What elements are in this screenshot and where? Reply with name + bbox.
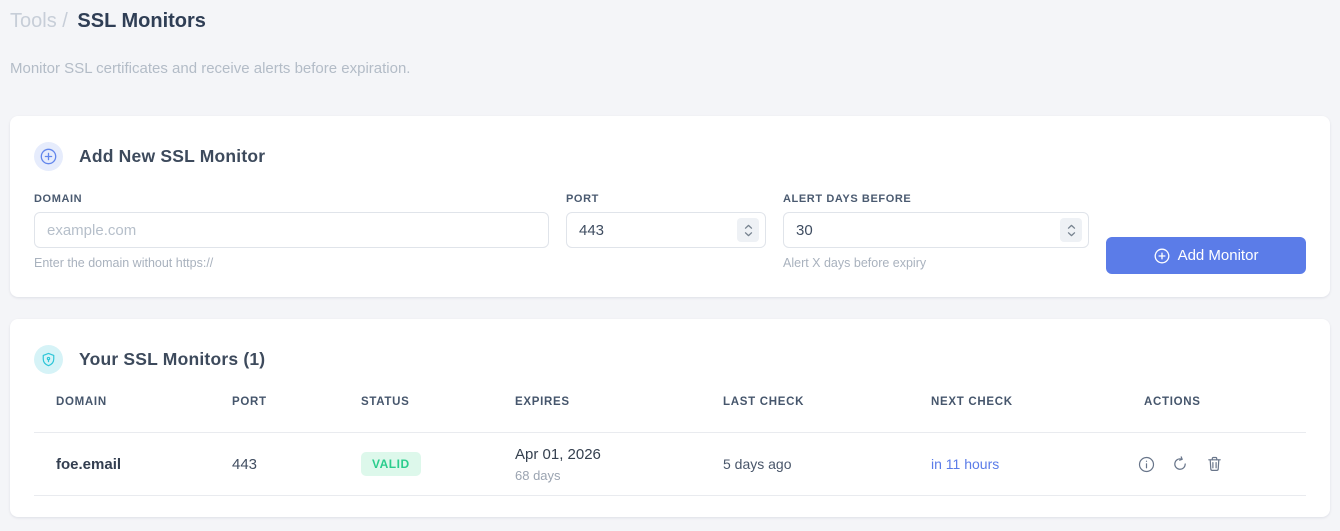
alert-days-stepper[interactable] — [1060, 218, 1082, 242]
monitors-title: Your SSL Monitors (1) — [79, 349, 266, 369]
page-subtitle: Monitor SSL certificates and receive ale… — [10, 60, 411, 77]
column-header-actions: ACTIONS — [1144, 396, 1201, 408]
alert-days-helper: Alert X days before expiry — [783, 256, 927, 270]
plus-circle-icon — [34, 142, 63, 171]
column-header-port: PORT — [232, 396, 267, 408]
refresh-icon[interactable] — [1169, 453, 1191, 475]
port-label: PORT — [566, 193, 599, 205]
ssl-monitors-page: Tools / SSL Monitors Monitor SSL certifi… — [0, 0, 1340, 517]
domain-label: DOMAIN — [34, 193, 83, 205]
column-header-domain: DOMAIN — [56, 396, 107, 408]
monitors-card-header: Your SSL Monitors (1) — [34, 345, 1306, 374]
page-title: SSL Monitors — [77, 10, 206, 32]
port-input[interactable] — [566, 212, 766, 248]
monitor-domain: foe.email — [56, 455, 122, 473]
monitor-expires-cell: Apr 01, 2026 68 days — [515, 446, 723, 483]
monitors-table-header: DOMAIN PORT STATUS EXPIRES LAST CHECK NE… — [34, 396, 1306, 433]
breadcrumb: Tools / SSL Monitors — [10, 8, 1330, 35]
column-header-expires: EXPIRES — [515, 396, 570, 408]
breadcrumb-section[interactable]: Tools — [10, 10, 57, 32]
delete-icon[interactable] — [1203, 453, 1225, 475]
column-header-last-check: LAST CHECK — [723, 396, 805, 408]
domain-helper: Enter the domain without https:// — [34, 256, 214, 270]
alert-days-input[interactable] — [783, 212, 1089, 248]
monitor-expires-date: Apr 01, 2026 — [515, 445, 601, 463]
shield-icon — [34, 345, 63, 374]
port-stepper[interactable] — [737, 218, 759, 242]
plus-circle-icon — [1154, 248, 1170, 264]
add-monitor-title: Add New SSL Monitor — [79, 146, 266, 166]
add-monitor-form: DOMAIN Enter the domain without https://… — [34, 193, 1306, 274]
domain-field-group: DOMAIN Enter the domain without https:// — [34, 193, 549, 270]
breadcrumb-separator: / — [62, 10, 68, 32]
add-monitor-card-header: Add New SSL Monitor — [34, 142, 1306, 171]
alert-days-field-group: ALERT DAYS BEFORE Alert X days before ex… — [783, 193, 1089, 270]
column-header-status: STATUS — [361, 396, 410, 408]
monitors-card: Your SSL Monitors (1) DOMAIN PORT STATUS… — [10, 319, 1330, 517]
alert-days-label: ALERT DAYS BEFORE — [783, 193, 912, 205]
add-monitor-card: Add New SSL Monitor DOMAIN Enter the dom… — [10, 116, 1330, 297]
monitors-table: DOMAIN PORT STATUS EXPIRES LAST CHECK NE… — [34, 396, 1306, 496]
monitor-actions-cell — [1135, 453, 1284, 475]
domain-input[interactable] — [34, 212, 549, 248]
status-badge: VALID — [361, 452, 421, 476]
monitor-status-cell: VALID — [361, 452, 515, 476]
monitor-last-check: 5 days ago — [723, 456, 792, 472]
add-monitor-button[interactable]: Add Monitor — [1106, 237, 1306, 274]
port-field-group: PORT — [566, 193, 766, 248]
monitor-expires-remaining: 68 days — [515, 467, 561, 483]
table-row: foe.email 443 VALID Apr 01, 2026 68 days… — [34, 433, 1306, 496]
info-icon[interactable] — [1135, 453, 1157, 475]
monitor-next-check: in 11 hours — [931, 456, 1000, 472]
column-header-next-check: NEXT CHECK — [931, 396, 1013, 408]
monitor-port: 443 — [232, 455, 258, 473]
add-monitor-button-label: Add Monitor — [1177, 247, 1259, 264]
